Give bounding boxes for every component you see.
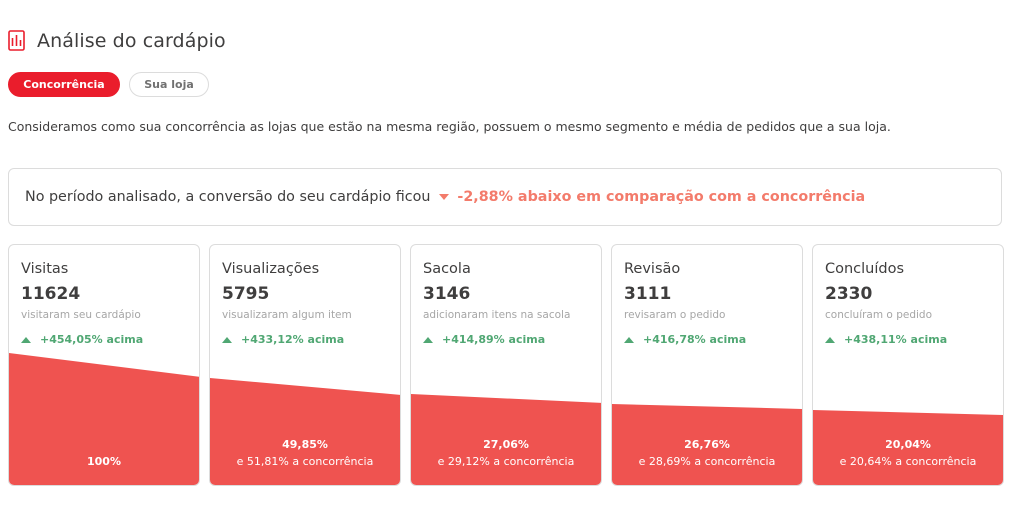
description-text: Consideramos como sua concorrência as lo… — [8, 119, 891, 134]
triangle-up-icon — [423, 336, 433, 343]
card-delta-text: +416,78% acima — [643, 333, 747, 346]
card-value: 5795 — [222, 284, 270, 304]
card-value: 3111 — [624, 284, 672, 304]
card-competition: e 20,64% a concorrência — [839, 455, 977, 468]
card-title: Concluídos — [825, 261, 905, 277]
card-percent: 26,76% — [684, 438, 730, 451]
card-title: Sacola — [423, 261, 471, 277]
card-percent: 100% — [87, 455, 121, 468]
card-delta-text: +414,89% acima — [442, 333, 546, 346]
summary-prefix: No período analisado, a conversão do seu… — [25, 189, 431, 205]
triangle-up-icon — [21, 336, 31, 343]
card-delta-text: +438,11% acima — [844, 333, 948, 346]
summary-highlight: -2,88% abaixo em comparação com a concor… — [457, 189, 866, 205]
triangle-up-icon — [624, 336, 634, 343]
card-title: Visitas — [21, 261, 69, 277]
card-competition: e 28,69% a concorrência — [638, 455, 776, 468]
bar-chart-report-icon — [8, 30, 25, 51]
funnel-fill — [9, 353, 199, 485]
card-delta-text: +433,12% acima — [241, 333, 345, 346]
card-subtitle: adicionaram itens na sacola — [423, 309, 571, 321]
funnel-card-visualizacoes: Visualizações 5795 visualizaram algum it… — [209, 244, 401, 486]
card-subtitle: visitaram seu cardápio — [21, 309, 141, 321]
card-subtitle: concluíram o pedido — [825, 309, 932, 321]
card-competition: e 51,81% a concorrência — [236, 455, 374, 468]
triangle-down-icon — [439, 194, 450, 200]
card-percent: 20,04% — [885, 438, 931, 451]
funnel-card-concluidos: Concluídos 2330 concluíram o pedido +438… — [812, 244, 1004, 486]
page-header: Análise do cardápio — [8, 30, 226, 52]
tab-sua-loja[interactable]: Sua loja — [129, 72, 209, 97]
funnel-cards: Visitas 11624 visitaram seu cardápio +45… — [8, 244, 1004, 486]
triangle-up-icon — [222, 336, 232, 343]
funnel-card-revisao: Revisão 3111 revisaram o pedido +416,78%… — [611, 244, 803, 486]
card-value: 2330 — [825, 284, 873, 304]
card-competition: e 29,12% a concorrência — [437, 455, 575, 468]
funnel-card-visitas: Visitas 11624 visitaram seu cardápio +45… — [8, 244, 200, 486]
card-subtitle: visualizaram algum item — [222, 309, 352, 321]
card-delta: +416,78% acima — [624, 333, 746, 346]
card-delta: +433,12% acima — [222, 333, 344, 346]
card-subtitle: revisaram o pedido — [624, 309, 726, 321]
card-delta-text: +454,05% acima — [40, 333, 144, 346]
tab-bar: Concorrência Sua loja — [8, 72, 209, 97]
card-title: Revisão — [624, 261, 681, 277]
card-delta: +438,11% acima — [825, 333, 947, 346]
card-delta: +454,05% acima — [21, 333, 143, 346]
page-title: Análise do cardápio — [37, 30, 226, 52]
triangle-up-icon — [825, 336, 835, 343]
card-delta: +414,89% acima — [423, 333, 545, 346]
tab-concorrencia[interactable]: Concorrência — [8, 72, 120, 97]
funnel-card-sacola: Sacola 3146 adicionaram itens na sacola … — [410, 244, 602, 486]
card-value: 11624 — [21, 284, 81, 304]
card-percent: 49,85% — [282, 438, 328, 451]
card-value: 3146 — [423, 284, 471, 304]
conversion-summary: No período analisado, a conversão do seu… — [8, 168, 1002, 226]
card-percent: 27,06% — [483, 438, 529, 451]
card-title: Visualizações — [222, 261, 320, 277]
